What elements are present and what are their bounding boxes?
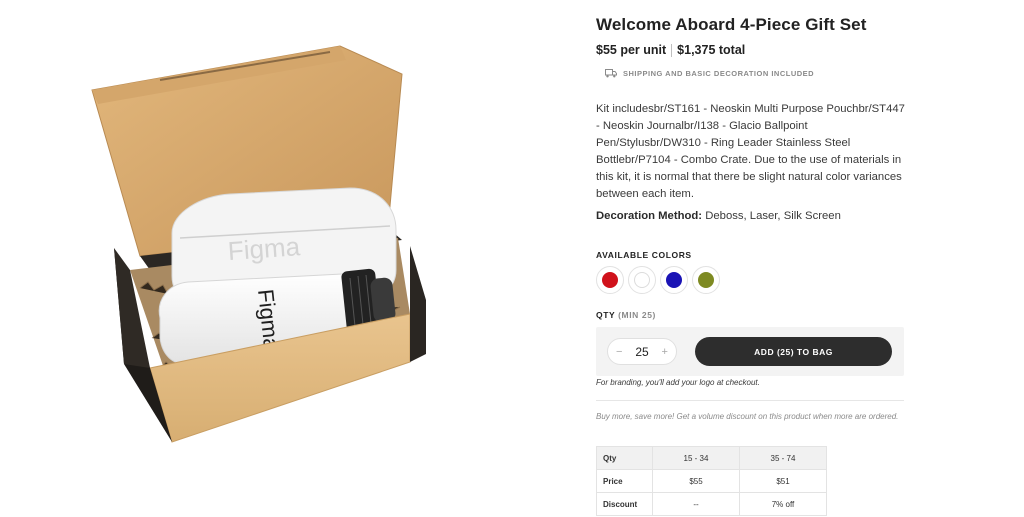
table-row: Price $55 $51: [596, 469, 827, 493]
product-image: Figma Figma: [80, 38, 460, 458]
table-cell: 15 - 34: [652, 446, 740, 470]
color-swatch-red[interactable]: [596, 266, 624, 294]
section-divider: [596, 400, 904, 401]
quantity-min-text: (MIN 25): [618, 310, 656, 320]
quantity-label-text: QTY: [596, 310, 616, 320]
table-cell: Price: [596, 469, 653, 493]
price-divider: [671, 43, 673, 57]
color-swatches: [596, 266, 724, 294]
volume-discount-note: Buy more, save more! Get a volume discou…: [596, 412, 899, 421]
table-cell: $51: [739, 469, 827, 493]
pouch-logo-text: Figma: [227, 231, 302, 266]
table-cell: 35 - 74: [739, 446, 827, 470]
add-to-bag-button[interactable]: ADD (25) TO BAG: [695, 337, 892, 366]
color-swatch-olive[interactable]: [692, 266, 720, 294]
table-cell: --: [652, 492, 740, 516]
branding-note: For branding, you'll add your logo at ch…: [596, 378, 760, 387]
decrement-button[interactable]: −: [616, 346, 622, 358]
decoration-method: Decoration Method: Deboss, Laser, Silk S…: [596, 210, 841, 222]
shipping-note: SHIPPING AND BASIC DECORATION INCLUDED: [605, 69, 814, 78]
purchase-box: − 25 + ADD (25) TO BAG: [596, 327, 904, 376]
color-dot: [666, 272, 682, 288]
decoration-method-label: Decoration Method:: [596, 210, 703, 222]
table-row: Qty 15 - 34 35 - 74: [596, 446, 827, 470]
gift-box-illustration: Figma Figma: [91, 45, 426, 443]
table-cell: 7% off: [739, 492, 827, 516]
quantity-label: QTY (MIN 25): [596, 310, 656, 320]
table-row: Discount -- 7% off: [596, 492, 827, 516]
available-colors-label: AVAILABLE COLORS: [596, 250, 692, 260]
shipping-note-text: SHIPPING AND BASIC DECORATION INCLUDED: [623, 69, 815, 78]
quantity-value[interactable]: 25: [635, 345, 648, 359]
price-row: $55 per unit $1,375 total: [596, 43, 745, 57]
color-dot: [698, 272, 714, 288]
table-cell: Qty: [596, 446, 653, 470]
total-price: $1,375 total: [677, 43, 746, 57]
color-dot: [634, 272, 650, 288]
table-cell: Discount: [596, 492, 653, 516]
color-dot: [602, 272, 618, 288]
product-description: Kit includesbr/ST161 - Neoskin Multi Pur…: [596, 103, 905, 200]
table-cell: $55: [652, 469, 740, 493]
product-title: Welcome Aboard 4-Piece Gift Set: [596, 15, 867, 34]
decoration-method-value: Deboss, Laser, Silk Screen: [702, 210, 841, 222]
increment-button[interactable]: +: [662, 346, 668, 358]
volume-pricing-table: Qty 15 - 34 35 - 74 Price $55 $51 Discou…: [596, 446, 827, 516]
truck-icon: [605, 69, 617, 78]
color-swatch-blue[interactable]: [660, 266, 688, 294]
unit-price: $55 per unit: [596, 43, 667, 57]
quantity-stepper: − 25 +: [607, 338, 677, 365]
color-swatch-white[interactable]: [628, 266, 656, 294]
